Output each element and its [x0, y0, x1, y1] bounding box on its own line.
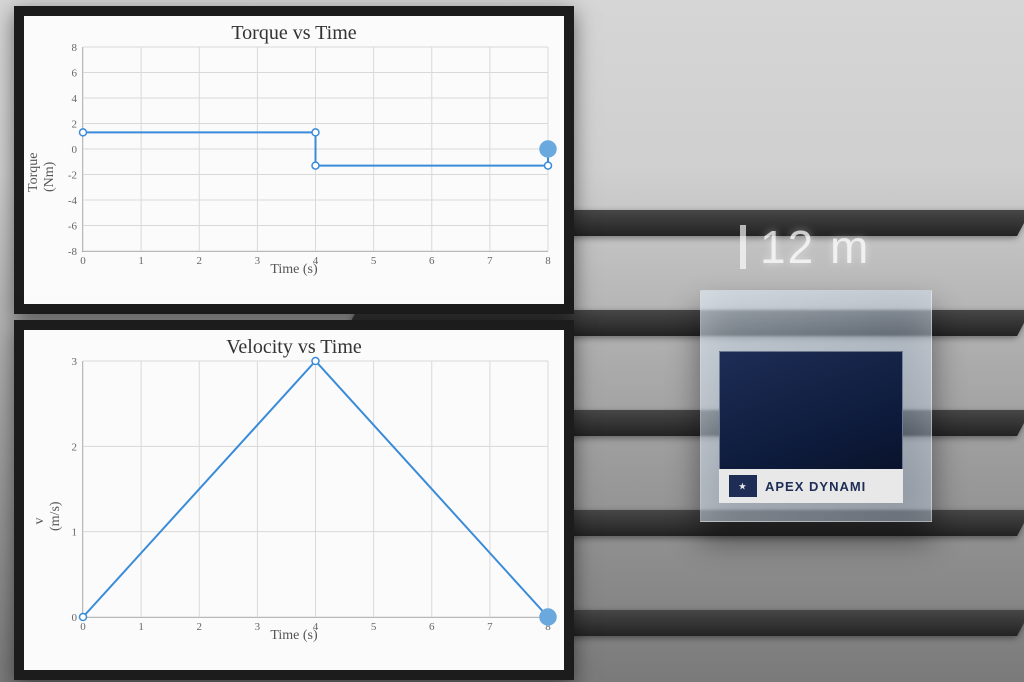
svg-text:6: 6	[429, 621, 435, 633]
cube-brand-plate: ★ APEX DYNAMI	[719, 469, 903, 503]
svg-text:4: 4	[313, 255, 319, 267]
svg-text:-6: -6	[68, 221, 78, 233]
svg-text:3: 3	[255, 621, 261, 633]
svg-text:6: 6	[429, 255, 435, 267]
svg-text:2: 2	[72, 441, 78, 453]
x-axis-label: Time (s)	[24, 262, 564, 278]
svg-text:4: 4	[313, 621, 319, 633]
svg-text:8: 8	[72, 42, 78, 54]
svg-text:1: 1	[138, 255, 144, 267]
svg-text:0: 0	[72, 144, 78, 156]
svg-text:1: 1	[138, 621, 144, 633]
svg-text:0: 0	[80, 255, 86, 267]
svg-text:5: 5	[371, 621, 377, 633]
svg-text:7: 7	[487, 255, 493, 267]
svg-text:2: 2	[197, 255, 203, 267]
svg-text:3: 3	[72, 356, 78, 368]
svg-text:-4: -4	[68, 195, 78, 207]
y-axis-label: Torque (Nm)	[26, 172, 58, 192]
svg-text:8: 8	[545, 255, 551, 267]
svg-text:-2: -2	[68, 170, 77, 182]
torque-chart-panel: Torque vs Time Torque (Nm) 012345678-8-6…	[14, 6, 574, 314]
y-axis-label: v (m/s)	[32, 511, 64, 531]
svg-text:2: 2	[197, 621, 203, 633]
velocity-plot-area: 0123456780123	[82, 361, 548, 618]
svg-text:1: 1	[72, 527, 78, 539]
svg-text:4: 4	[72, 93, 78, 105]
x-axis-label: Time (s)	[24, 628, 564, 644]
svg-text:5: 5	[371, 255, 377, 267]
chart-title: Velocity vs Time	[24, 336, 564, 359]
simulation-scene: 12 m ★ APEX DYNAMI Torque vs Time Torque…	[0, 0, 1024, 682]
glass-cube: ★ APEX DYNAMI	[700, 290, 932, 522]
svg-text:0: 0	[72, 612, 78, 624]
torque-plot-area: 012345678-8-6-4-202468	[82, 47, 548, 252]
svg-text:-8: -8	[68, 246, 78, 258]
cube-brand-text: APEX DYNAMI	[765, 479, 866, 494]
chart-title: Torque vs Time	[24, 22, 564, 45]
svg-text:6: 6	[72, 68, 78, 80]
svg-text:0: 0	[80, 621, 86, 633]
svg-text:2: 2	[72, 119, 78, 131]
svg-text:7: 7	[487, 621, 493, 633]
velocity-chart-panel: Velocity vs Time v (m/s) 0123456780123 T…	[14, 320, 574, 680]
svg-text:3: 3	[255, 255, 261, 267]
eu-stars-icon: ★	[729, 475, 757, 497]
